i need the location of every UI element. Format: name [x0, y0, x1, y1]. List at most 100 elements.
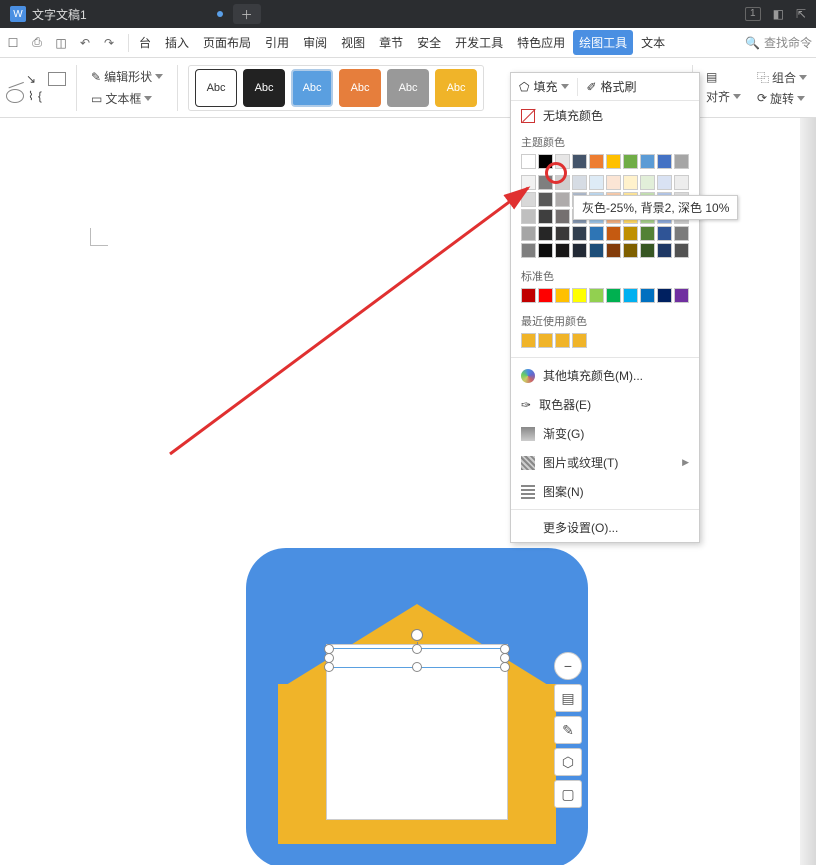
color-swatch[interactable] — [538, 288, 553, 303]
tab-security[interactable]: 安全 — [411, 30, 447, 55]
color-swatch[interactable] — [606, 226, 621, 241]
save-icon[interactable]: ☐ — [4, 34, 22, 52]
color-swatch[interactable] — [521, 154, 536, 169]
curve-shape-icon[interactable]: ⌇ — [28, 89, 34, 103]
color-swatch[interactable] — [589, 175, 604, 190]
color-swatch[interactable] — [538, 192, 553, 207]
color-swatch[interactable] — [589, 226, 604, 241]
color-swatch[interactable] — [572, 154, 587, 169]
color-swatch[interactable] — [657, 175, 672, 190]
color-swatch[interactable] — [674, 175, 689, 190]
color-swatch[interactable] — [555, 226, 570, 241]
print-icon[interactable]: ⎙ — [28, 34, 46, 52]
color-swatch[interactable] — [521, 333, 536, 348]
color-swatch[interactable] — [640, 226, 655, 241]
shape-style-3[interactable]: Abc — [291, 69, 333, 107]
color-swatch[interactable] — [521, 209, 536, 224]
tab-reference[interactable]: 引用 — [259, 30, 295, 55]
color-swatch[interactable] — [589, 288, 604, 303]
color-swatch[interactable] — [606, 243, 621, 258]
color-swatch[interactable] — [623, 154, 638, 169]
rotate-button[interactable]: ⟳旋转 — [754, 89, 810, 108]
shape-style-4[interactable]: Abc — [339, 69, 381, 107]
color-swatch[interactable] — [623, 175, 638, 190]
color-swatch[interactable] — [538, 243, 553, 258]
eyedropper-item[interactable]: ✑ 取色器(E) — [511, 390, 699, 419]
format-painter-button[interactable]: ✐ 格式刷 — [578, 73, 644, 100]
preview-icon[interactable]: ◫ — [52, 34, 70, 52]
color-swatch[interactable] — [589, 243, 604, 258]
rect-shape-icon[interactable] — [48, 72, 66, 86]
color-swatch[interactable] — [657, 226, 672, 241]
color-swatch[interactable] — [572, 288, 587, 303]
color-swatch[interactable] — [521, 288, 536, 303]
more-settings-item[interactable]: 更多设置(O)... — [511, 513, 699, 542]
arrow-shape-icon[interactable]: ↘ — [26, 72, 44, 86]
tab-start[interactable]: 台 — [133, 30, 157, 55]
redo-icon[interactable]: ↷ — [100, 34, 118, 52]
color-swatch[interactable] — [521, 243, 536, 258]
color-swatch[interactable] — [657, 154, 672, 169]
pattern-item[interactable]: 图案(N) — [511, 477, 699, 506]
tab-pagelayout[interactable]: 页面布局 — [197, 30, 257, 55]
oval-shape-icon[interactable] — [6, 89, 24, 103]
brace-shape-icon[interactable]: { — [38, 89, 42, 103]
tab-text[interactable]: 文本 — [635, 30, 671, 55]
layout-button[interactable]: ▤ — [554, 684, 582, 712]
rotate-handle[interactable] — [411, 629, 423, 641]
resize-handle[interactable] — [412, 644, 422, 654]
selected-rectangle-shape[interactable] — [328, 648, 506, 668]
envelope-card-shape[interactable]: − ▤ ✎ ⬡ ▢ — [246, 548, 588, 865]
color-swatch[interactable] — [674, 154, 689, 169]
color-swatch[interactable] — [623, 243, 638, 258]
color-swatch[interactable] — [640, 288, 655, 303]
color-swatch[interactable] — [623, 288, 638, 303]
color-swatch[interactable] — [555, 209, 570, 224]
color-swatch[interactable] — [640, 175, 655, 190]
color-swatch[interactable] — [538, 154, 553, 169]
color-swatch[interactable] — [555, 333, 570, 348]
tab-insert[interactable]: 插入 — [159, 30, 195, 55]
color-swatch[interactable] — [589, 154, 604, 169]
shape-style-gallery[interactable]: Abc Abc Abc Abc Abc Abc — [188, 65, 484, 111]
more-fill-colors-item[interactable]: 其他填充颜色(M)... — [511, 361, 699, 390]
shape-style-5[interactable]: Abc — [387, 69, 429, 107]
color-swatch[interactable] — [555, 243, 570, 258]
color-swatch[interactable] — [521, 192, 536, 207]
tab-devtools[interactable]: 开发工具 — [449, 30, 509, 55]
color-swatch[interactable] — [538, 175, 553, 190]
undo-icon[interactable]: ↶ — [76, 34, 94, 52]
gradient-item[interactable]: 渐变(G) — [511, 419, 699, 448]
color-swatch[interactable] — [623, 226, 638, 241]
align-button[interactable]: 对齐 — [703, 87, 744, 106]
color-swatch[interactable] — [640, 243, 655, 258]
color-swatch[interactable] — [657, 243, 672, 258]
align-panel-button[interactable]: ▤ — [703, 69, 744, 85]
tab-drawing-tools[interactable]: 绘图工具 — [573, 30, 633, 55]
edit-shape-button[interactable]: ✎ 编辑形状 — [87, 67, 167, 86]
tab-special[interactable]: 特色应用 — [511, 30, 571, 55]
texture-item[interactable]: 图片或纹理(T) ▶ — [511, 448, 699, 477]
resize-handle[interactable] — [324, 662, 334, 672]
command-search[interactable]: 🔍 查找命令 — [745, 34, 812, 51]
color-swatch[interactable] — [606, 154, 621, 169]
color-swatch[interactable] — [555, 288, 570, 303]
no-fill-color-item[interactable]: 无填充颜色 — [511, 101, 699, 130]
color-swatch[interactable] — [538, 226, 553, 241]
color-swatch[interactable] — [674, 226, 689, 241]
color-swatch[interactable] — [640, 154, 655, 169]
color-swatch[interactable] — [674, 288, 689, 303]
line-shape-icon[interactable] — [4, 70, 24, 89]
color-swatch[interactable] — [606, 175, 621, 190]
color-swatch[interactable] — [572, 333, 587, 348]
resize-handle[interactable] — [412, 662, 422, 672]
minus-button[interactable]: − — [554, 652, 582, 680]
document-title[interactable]: 文字文稿1 — [32, 6, 87, 23]
color-swatch[interactable] — [555, 192, 570, 207]
color-swatch[interactable] — [572, 175, 587, 190]
window-badge[interactable]: 1 — [745, 7, 761, 21]
color-swatch[interactable] — [521, 175, 536, 190]
fill-dropdown-button[interactable]: ⬠ 填充 — [511, 73, 577, 100]
resize-handle[interactable] — [500, 662, 510, 672]
text-box-button[interactable]: ▭ 文本框 — [87, 89, 167, 108]
